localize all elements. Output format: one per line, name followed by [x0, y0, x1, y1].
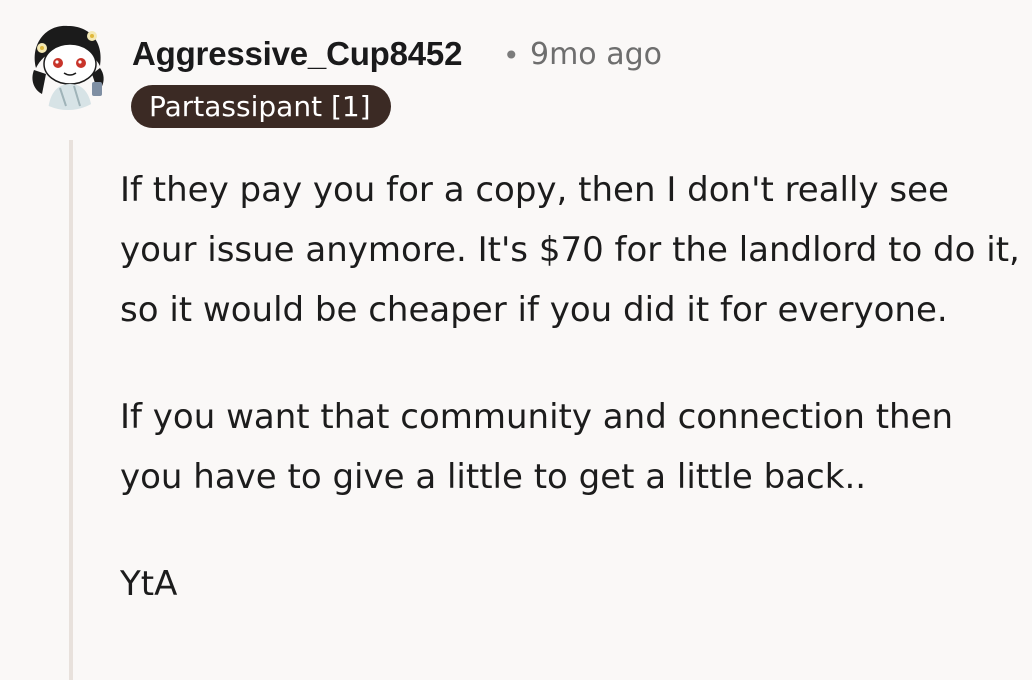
comment-paragraph: YtA — [120, 564, 178, 604]
meta-separator: • — [503, 39, 520, 72]
avatar-illustration — [20, 14, 116, 110]
comment-timestamp[interactable]: 9mo ago — [530, 35, 662, 75]
user-avatar-icon[interactable] — [20, 14, 116, 110]
user-flair-badge: Partassipant [1] — [131, 85, 391, 128]
comment-paragraph: If they pay you for a copy, then I don't… — [120, 170, 1020, 330]
comment-paragraph: If you want that community and connectio… — [120, 397, 954, 497]
comment: Aggressive_Cup8452 • 9mo ago Partassipan… — [0, 0, 1032, 680]
username-link[interactable]: Aggressive_Cup8452 — [132, 34, 462, 74]
thread-collapse-line[interactable] — [69, 140, 73, 680]
comment-body: If they pay you for a copy, then I don't… — [120, 160, 1020, 614]
